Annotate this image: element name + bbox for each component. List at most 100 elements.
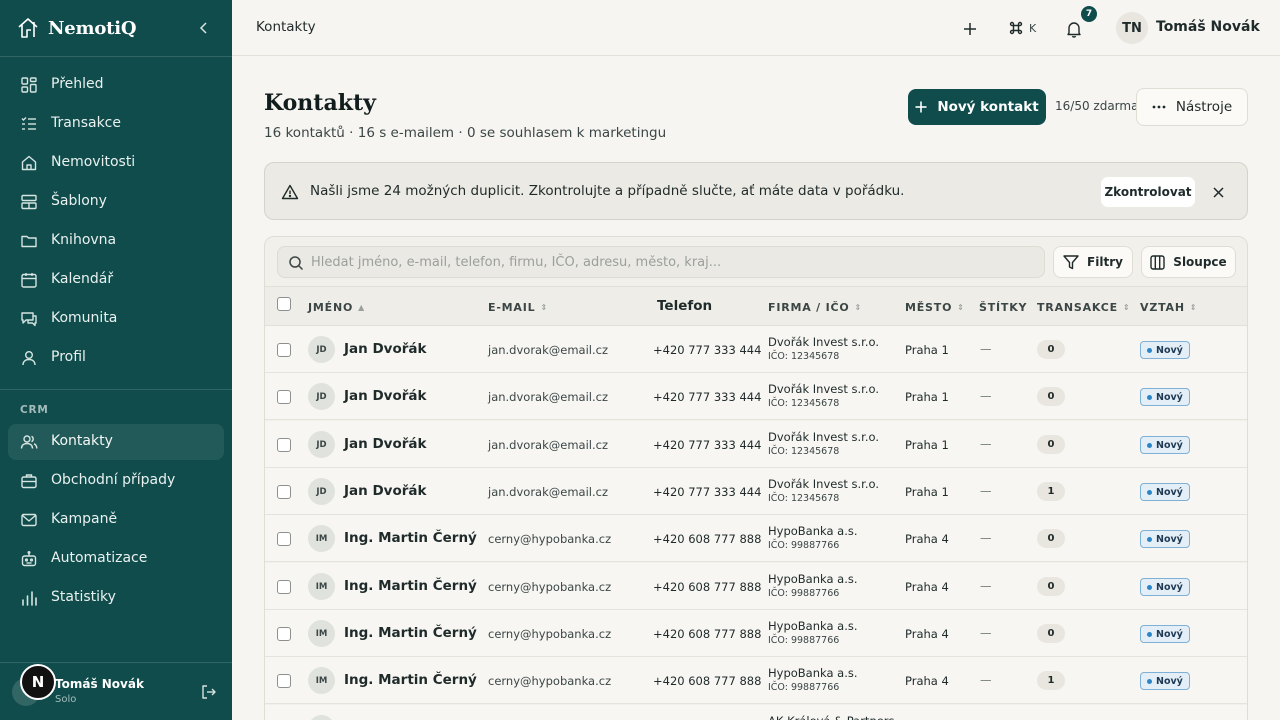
table-row[interactable]: AK AK Králová & Partners: [265, 705, 1247, 720]
sidebar-item-komunita[interactable]: Komunita: [8, 301, 224, 337]
contact-phone[interactable]: +420 608 777 888: [653, 674, 761, 688]
add-button[interactable]: [958, 17, 982, 41]
contact-name[interactable]: Jan Dvořák: [344, 436, 426, 452]
sidebar-item-kalendar[interactable]: Kalendář: [8, 262, 224, 298]
contact-phone[interactable]: +420 608 777 888: [653, 580, 761, 594]
contact-email[interactable]: jan.dvorak@email.cz: [488, 438, 608, 452]
sidebar-item-sablony[interactable]: Šablony: [8, 184, 224, 220]
sidebar-item-prehled[interactable]: Přehled: [8, 67, 224, 103]
contact-phone[interactable]: +420 608 777 888: [653, 532, 761, 546]
contact-phone[interactable]: +420 777 333 444: [653, 390, 761, 404]
contact-phone[interactable]: +420 777 333 444: [653, 343, 761, 357]
contact-name[interactable]: Jan Dvořák: [344, 388, 426, 404]
row-checkbox[interactable]: [277, 532, 291, 546]
filters-button[interactable]: Filtry: [1053, 246, 1133, 278]
notifications-button[interactable]: [1062, 17, 1086, 41]
review-duplicates-button[interactable]: Zkontrolovat: [1101, 177, 1195, 207]
chat-icon: [21, 312, 37, 327]
row-checkbox[interactable]: [277, 390, 291, 404]
row-checkbox[interactable]: [277, 343, 291, 357]
contact-email[interactable]: jan.dvorak@email.cz: [488, 390, 608, 404]
sidebar-item-obchodni-pripady[interactable]: Obchodní případy: [8, 463, 224, 499]
transactions-count: 0: [1037, 387, 1065, 406]
sidebar-item-kampane[interactable]: Kampaně: [8, 502, 224, 538]
filter-icon: [1063, 254, 1079, 269]
sidebar-item-automatizace[interactable]: Automatizace: [8, 541, 224, 577]
new-contact-label: Nový kontakt: [937, 99, 1039, 115]
contact-city: Praha 4: [905, 580, 949, 594]
row-checkbox[interactable]: [277, 438, 291, 452]
user-menu[interactable]: Tomáš Novák: [1156, 19, 1260, 35]
row-checkbox[interactable]: [277, 485, 291, 499]
contact-avatar: JD: [308, 336, 335, 363]
sidebar-item-statistiky[interactable]: Statistiky: [8, 580, 224, 616]
relation-badge: Nový: [1140, 530, 1190, 548]
column-header-firm[interactable]: FIRMA / IČO ⇕: [768, 301, 861, 314]
contact-phone[interactable]: +420 777 333 444: [653, 438, 761, 452]
sidebar-item-nemovitosti[interactable]: Nemovitosti: [8, 145, 224, 181]
contact-email[interactable]: cerny@hypobanka.cz: [488, 580, 611, 594]
sidebar-item-knihovna[interactable]: Knihovna: [8, 223, 224, 259]
table-row[interactable]: IM Ing. Martin Černý cerny@hypobanka.cz +42…: [265, 610, 1247, 657]
tools-button[interactable]: Nástroje: [1136, 88, 1248, 126]
column-header-city[interactable]: MĚSTO ⇕: [905, 301, 964, 314]
column-header-phone[interactable]: Telefon: [657, 298, 712, 314]
column-header-email[interactable]: E-MAIL ⇕: [488, 301, 547, 314]
avatar[interactable]: N: [20, 664, 56, 700]
logo-icon: [18, 18, 38, 38]
contact-avatar: IM: [308, 573, 335, 600]
chevron-left-icon: [199, 22, 207, 34]
row-checkbox[interactable]: [277, 580, 291, 594]
collapse-sidebar-button[interactable]: [196, 18, 212, 38]
contact-email[interactable]: jan.dvorak@email.cz: [488, 485, 608, 499]
columns-button[interactable]: Sloupce: [1141, 246, 1236, 278]
column-header-transactions[interactable]: TRANSAKCE ⇕: [1037, 301, 1130, 314]
contact-phone[interactable]: +420 608 777 888: [653, 627, 761, 641]
table-row[interactable]: JD Jan Dvořák jan.dvorak@email.cz +420 777 …: [265, 326, 1247, 373]
contact-name[interactable]: Jan Dvořák: [344, 341, 426, 357]
sidebar-item-label: Statistiky: [51, 589, 116, 605]
contact-phone[interactable]: +420 777 333 444: [653, 485, 761, 499]
sort-icon: ⇕: [854, 303, 862, 312]
sidebar-item-profil[interactable]: Profil: [8, 340, 224, 376]
contact-name[interactable]: Ing. Martin Černý: [344, 578, 477, 594]
contact-name[interactable]: Ing. Martin Černý: [344, 530, 477, 546]
contact-email[interactable]: jan.dvorak@email.cz: [488, 343, 608, 357]
new-contact-button[interactable]: Nový kontakt: [908, 89, 1046, 125]
contact-name[interactable]: Jan Dvořák: [344, 483, 426, 499]
select-all-checkbox[interactable]: [277, 297, 291, 311]
table-row[interactable]: IM Ing. Martin Černý cerny@hypobanka.cz +42…: [265, 515, 1247, 562]
transactions-count: 1: [1037, 482, 1065, 501]
briefcase-icon: [21, 474, 37, 489]
contact-name[interactable]: Ing. Martin Černý: [344, 625, 477, 641]
contact-avatar: JD: [308, 383, 335, 410]
logout-icon[interactable]: [200, 683, 218, 701]
brand[interactable]: NemotiQ: [16, 14, 137, 42]
row-checkbox[interactable]: [277, 674, 291, 688]
row-checkbox[interactable]: [277, 627, 291, 641]
table-row[interactable]: IM Ing. Martin Černý cerny@hypobanka.cz +42…: [265, 563, 1247, 610]
sidebar-item-kontakty[interactable]: Kontakty: [8, 424, 224, 460]
contact-email[interactable]: cerny@hypobanka.cz: [488, 627, 611, 641]
sidebar-item-label: Kontakty: [51, 433, 113, 449]
contact-city: Praha 1: [905, 390, 949, 404]
sidebar-item-transakce[interactable]: Transakce: [8, 106, 224, 142]
table-row[interactable]: JD Jan Dvořák jan.dvorak@email.cz +420 777 …: [265, 421, 1247, 468]
user-avatar[interactable]: TN: [1116, 12, 1148, 44]
table-row[interactable]: JD Jan Dvořák jan.dvorak@email.cz +420 777 …: [265, 468, 1247, 515]
contact-name[interactable]: Ing. Martin Černý: [344, 672, 477, 688]
column-header-relation[interactable]: VZTAH ⇕: [1140, 301, 1197, 314]
mail-icon: [21, 513, 37, 527]
column-header-name[interactable]: JMÉNO ▲: [308, 301, 364, 314]
command-palette-button[interactable]: K: [1008, 17, 1036, 39]
relation-badge: Nový: [1140, 341, 1190, 359]
table-row[interactable]: JD Jan Dvořák jan.dvorak@email.cz +420 777 …: [265, 373, 1247, 420]
table-row[interactable]: IM Ing. Martin Černý cerny@hypobanka.cz +42…: [265, 657, 1247, 704]
close-icon: [1212, 186, 1224, 198]
search-input[interactable]: Hledat jméno, e-mail, telefon, firmu, IČ…: [277, 246, 1045, 278]
relation-label: Nový: [1156, 486, 1183, 498]
contact-email[interactable]: cerny@hypobanka.cz: [488, 674, 611, 688]
dismiss-alert-button[interactable]: [1209, 183, 1227, 201]
contact-email[interactable]: cerny@hypobanka.cz: [488, 532, 611, 546]
contact-ico: IČO: 12345678: [768, 398, 840, 409]
